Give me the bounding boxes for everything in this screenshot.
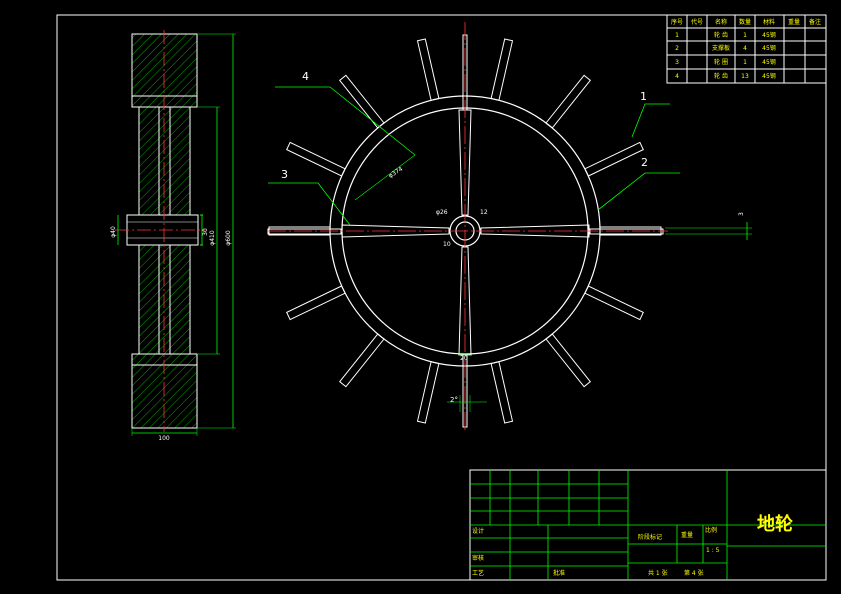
dim-angle: 2° [450, 396, 458, 404]
bom-cell: 45钢 [762, 31, 776, 39]
stage-label: 阶段标记 [638, 533, 662, 541]
tooth [584, 141, 644, 177]
title-block: 设计 审核 工艺 批准 阶段标记 重量 比例 1 : 5 共 1 张 第 4 张… [469, 469, 827, 581]
bom-cell: 1 [743, 32, 747, 39]
tooth [545, 74, 592, 129]
tooth [545, 333, 592, 388]
bom-cell: 4 [743, 45, 747, 52]
sheets-total: 共 1 张 [648, 569, 668, 577]
bom-header: 材料 [763, 18, 775, 26]
balloon-3: 3 [281, 168, 288, 181]
designer-label: 设计 [472, 527, 484, 535]
bom-header: 重量 [788, 18, 800, 26]
dim-rim-dia: φ374 [387, 165, 404, 179]
tooth [416, 361, 440, 424]
axial-tooth [462, 34, 468, 111]
dim-dia-40: φ40 [110, 226, 117, 238]
balloon-2: 2 [641, 156, 648, 169]
side-view: 100 φ600 φ410 30 φ40 [110, 30, 236, 442]
bom-cell: 45钢 [762, 44, 776, 52]
bom-cell: 2 [675, 45, 679, 52]
process-label: 工艺 [472, 569, 484, 577]
dim-hub-inner: 10 [443, 241, 451, 248]
tooth [338, 74, 385, 129]
dim-dia-410: φ410 [209, 230, 216, 246]
bom-cell: 1 [675, 32, 679, 39]
bom-header: 数量 [739, 18, 751, 26]
balloon-1: 1 [640, 90, 647, 103]
bom-header: 名称 [715, 18, 727, 26]
bom-table: 序号 代号 名称 数量 材料 重量 备注 1 轮 齿 1 45钢 2 支撑板 4 45钢 3 轮 圈 1 45钢 4 轮… [666, 14, 827, 84]
bom-header: 序号 [671, 18, 683, 26]
scale-value: 1 : 5 [706, 547, 720, 554]
tooth [490, 38, 514, 101]
dim-dia-600: φ600 [225, 230, 232, 246]
scale-label: 比例 [705, 526, 717, 534]
tooth [286, 285, 346, 321]
dim-hub-30: 30 [202, 228, 209, 236]
cad-drawing: 100 φ600 φ410 30 φ40 φ374 φ26 12 10 3 20… [56, 14, 827, 581]
bom-cell: 13 [741, 73, 749, 80]
dim-hub-outer: 12 [480, 209, 488, 216]
bom-cell: 45钢 [762, 58, 776, 66]
approve-label: 批准 [553, 569, 565, 577]
bom-header: 代号 [691, 18, 703, 26]
bom-cell: 1 [743, 59, 747, 66]
bom-cell: 支撑板 [712, 44, 730, 52]
bom-cell: 3 [675, 59, 679, 66]
bom-cell: 轮 齿 [714, 72, 728, 80]
tooth [416, 38, 440, 101]
tooth [286, 141, 346, 177]
dim-hub-dia: φ26 [436, 209, 448, 216]
bom-cell: 45钢 [762, 72, 776, 80]
weight-label: 重量 [681, 531, 693, 539]
bom-header: 备注 [809, 18, 821, 26]
dim-spoke-20: 20 [460, 355, 468, 362]
reviewer-label: 审核 [472, 554, 484, 562]
tooth [338, 333, 385, 388]
sheet-number: 第 4 张 [684, 569, 704, 577]
balloon-4: 4 [302, 70, 309, 83]
bom-cell: 轮 圈 [714, 58, 728, 66]
axial-tooth [589, 228, 664, 235]
tooth [584, 285, 644, 321]
bom-cell: 轮 齿 [714, 31, 728, 39]
part-name: 地轮 [757, 513, 793, 535]
dim-width-100: 100 [158, 435, 170, 442]
dim-tooth-3: 3 [738, 212, 745, 216]
tooth [490, 361, 514, 424]
bom-cell: 4 [675, 73, 679, 80]
